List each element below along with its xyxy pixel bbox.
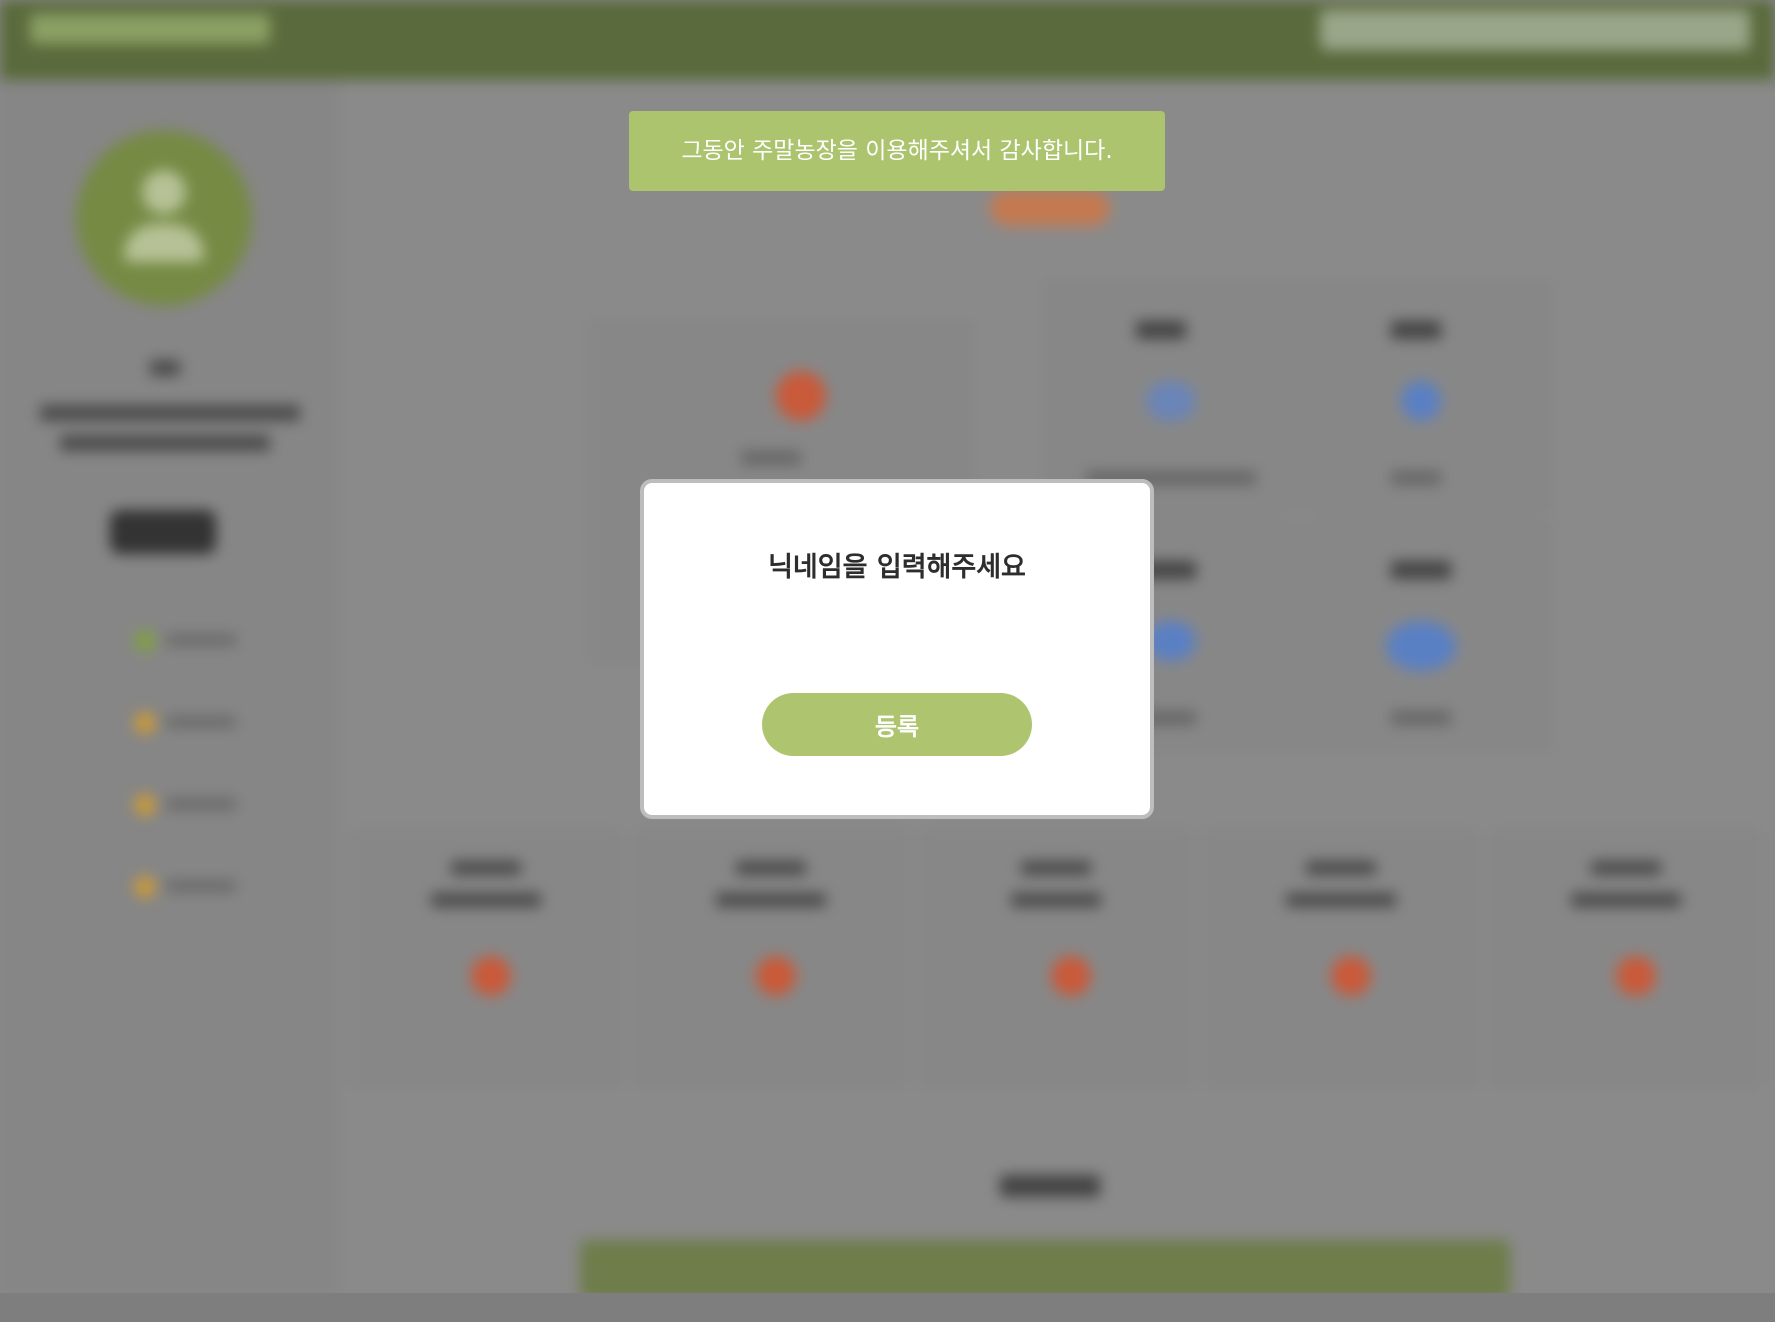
profile-line: [150, 360, 180, 376]
forecast-card: [350, 830, 622, 1087]
content-chip: [990, 190, 1110, 226]
sidebar-menu-item: [106, 708, 246, 738]
forecast-card: [635, 830, 907, 1087]
search-input: [1320, 10, 1750, 50]
sidebar-menu-item: [106, 872, 246, 902]
info-card: [1045, 280, 1297, 512]
page-footer-strip: [0, 1293, 1775, 1322]
section-heading: [1000, 1175, 1100, 1197]
sidebar-menu: [25, 585, 317, 932]
profile-line: [40, 405, 300, 421]
sidebar-menu-item: [106, 790, 246, 820]
avatar: [76, 130, 252, 306]
modal-title: 닉네임을 입력해주세요: [768, 552, 1026, 583]
top-navbar: [0, 0, 1775, 80]
forecast-card: [1205, 830, 1477, 1087]
nickname-modal: 닉네임을 입력해주세요 등록: [640, 479, 1154, 819]
sidebar-menu-item: [106, 626, 246, 656]
toast-notification: 그동안 주말농장을 이용해주셔서 감사합니다.: [629, 111, 1165, 191]
profile-button: [110, 510, 216, 554]
toast-message: 그동안 주말농장을 이용해주셔서 감사합니다.: [681, 138, 1113, 164]
avatar-head-icon: [142, 170, 186, 214]
profile-sidebar: [0, 80, 338, 1295]
avatar-body-icon: [124, 224, 204, 262]
info-card: [1300, 280, 1552, 512]
info-card: [1300, 520, 1552, 752]
bottom-banner: [580, 1240, 1510, 1300]
profile-line: [60, 435, 270, 451]
forecast-card: [1490, 830, 1762, 1087]
register-button[interactable]: 등록: [762, 693, 1032, 756]
site-logo: [30, 14, 270, 44]
forecast-card: [920, 830, 1192, 1087]
